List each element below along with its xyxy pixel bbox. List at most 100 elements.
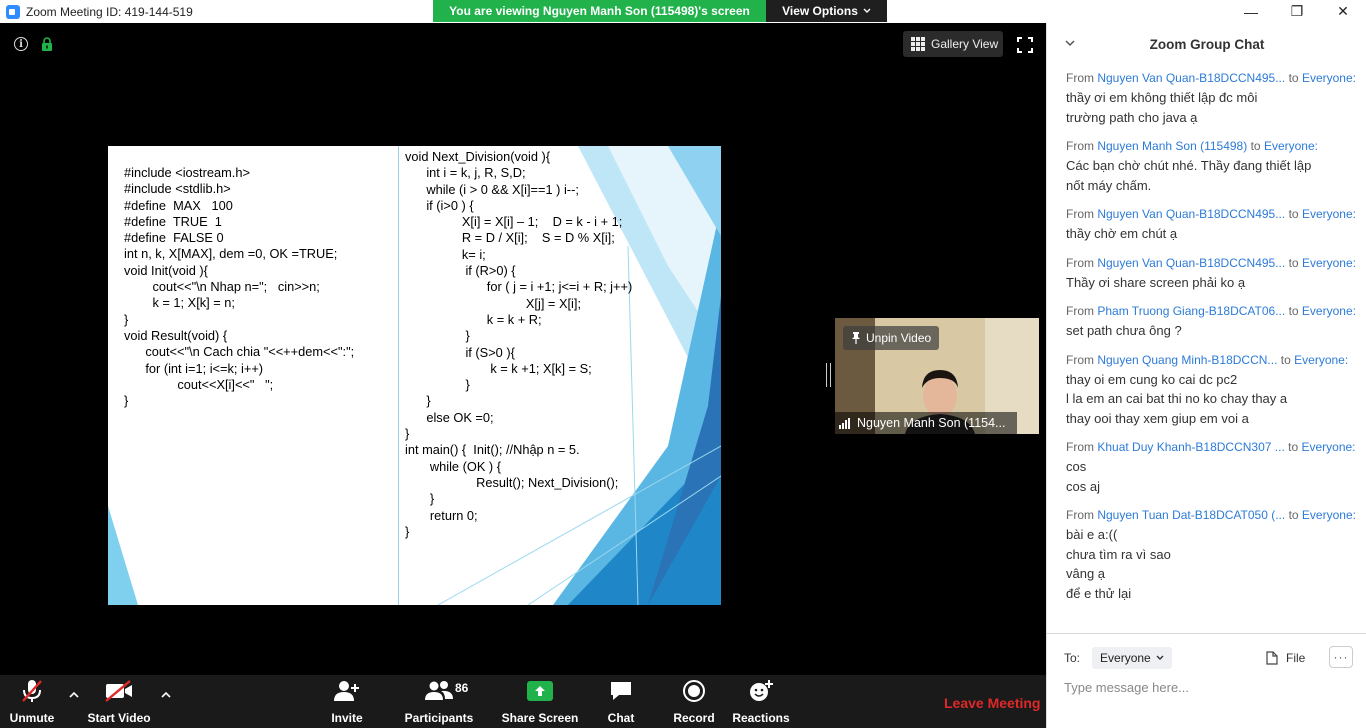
start-video-label: Start Video <box>87 711 151 725</box>
window-title: Zoom Meeting ID: 419-144-519 <box>26 4 193 19</box>
chat-recipient[interactable]: Everyone: <box>1302 508 1356 522</box>
record-button[interactable]: Record <box>673 675 715 728</box>
to-word: to <box>1280 352 1291 367</box>
muted-microphone-icon <box>22 680 42 702</box>
chat-message-text: thầy chờ em chút ạ <box>1066 226 1178 241</box>
chat-message-text: thay oi em cung ko cai dc pc2 <box>1066 371 1238 387</box>
view-options-button[interactable]: View Options <box>766 0 887 22</box>
speaker-video-thumbnail[interactable]: Unpin Video Nguyen Manh Son (1154... <box>835 318 1039 434</box>
chat-recipient[interactable]: Everyone: <box>1302 256 1356 270</box>
to-label: To: <box>1064 651 1081 665</box>
slide-code-left: #include <iostream.h> #include <stdlib.h… <box>124 165 355 409</box>
recipient-select[interactable]: Everyone <box>1092 647 1172 669</box>
chat-panel: Zoom Group Chat From Nguyen Van Quan-B18… <box>1046 23 1366 728</box>
chat-message-header: From Pham Truong Giang-B18DCAT06... to E… <box>1066 302 1366 321</box>
smiley-icon <box>750 680 773 701</box>
from-prefix: From <box>1066 304 1094 318</box>
video-resize-handle[interactable] <box>826 363 831 387</box>
close-button[interactable]: ✕ <box>1320 0 1366 23</box>
reactions-label: Reactions <box>732 711 790 725</box>
file-label: File <box>1286 651 1306 665</box>
chat-message-header: From Nguyen Van Quan-B18DCCN495... to Ev… <box>1066 69 1366 88</box>
chat-sender[interactable]: Nguyen Van Quan-B18DCCN495... <box>1097 207 1285 221</box>
record-label: Record <box>673 711 715 725</box>
chat-sender[interactable]: Nguyen Van Quan-B18DCCN495... <box>1097 256 1285 270</box>
chat-message-text: nốt máy chấm. <box>1066 177 1152 193</box>
file-button[interactable]: File <box>1266 646 1305 670</box>
lock-icon[interactable] <box>41 37 53 51</box>
unpin-video-label: Unpin Video <box>866 331 932 345</box>
chat-recipient[interactable]: Everyone: <box>1301 440 1355 454</box>
chat-sender[interactable]: Nguyen Tuan Dat-B18DCAT050 (... <box>1097 508 1285 522</box>
more-options-button[interactable]: ··· <box>1329 646 1353 668</box>
chat-recipient[interactable]: Everyone: <box>1302 207 1356 221</box>
record-icon <box>683 680 705 702</box>
chat-input-divider <box>1047 633 1366 634</box>
chat-message-list[interactable]: From Nguyen Van Quan-B18DCCN495... to Ev… <box>1066 69 1366 613</box>
presentation-slide: #include <iostream.h> #include <stdlib.h… <box>108 146 721 605</box>
unmute-label: Unmute <box>9 711 55 725</box>
chat-message-text: vâng ạ <box>1066 566 1106 581</box>
info-icon[interactable]: i <box>14 37 28 51</box>
share-screen-label: Share Screen <box>501 711 579 725</box>
fullscreen-icon[interactable] <box>1017 37 1033 53</box>
chat-message: From Nguyen Van Quan-B18DCCN495... to Ev… <box>1066 69 1366 127</box>
to-word: to <box>1288 255 1299 270</box>
chat-sender[interactable]: Nguyen Van Quan-B18DCCN495... <box>1097 71 1285 85</box>
chat-message-text: l la em an cai bat thi no ko chay thay a <box>1066 391 1288 406</box>
chat-message-header: From Nguyen Quang Minh-B18DCCN... to Eve… <box>1066 351 1366 370</box>
chat-message: From Nguyen Van Quan-B18DCCN495... to Ev… <box>1066 205 1366 244</box>
invite-button[interactable]: Invite <box>324 675 370 728</box>
gallery-view-label: Gallery View <box>931 37 999 51</box>
start-video-button[interactable]: Start Video <box>87 675 151 728</box>
unmute-button[interactable]: Unmute <box>8 675 56 728</box>
from-prefix: From <box>1066 440 1094 454</box>
chat-sender[interactable]: Nguyen Quang Minh-B18DCCN... <box>1097 353 1277 367</box>
chat-message-text: thay ooi thay xem giup em voi a <box>1066 410 1249 426</box>
chat-recipient[interactable]: Everyone: <box>1294 353 1348 367</box>
chat-message: From Pham Truong Giang-B18DCAT06... to E… <box>1066 302 1366 341</box>
video-off-icon <box>105 680 132 702</box>
window-controls: — ❐ ✕ <box>1228 0 1366 23</box>
unpin-video-button[interactable]: Unpin Video <box>843 326 940 350</box>
viewing-screen-banner: You are viewing Nguyen Manh Son (115498)… <box>433 0 766 22</box>
to-word: to <box>1288 304 1299 318</box>
chevron-down-icon[interactable] <box>1065 38 1075 48</box>
chat-recipient[interactable]: Everyone: <box>1302 304 1356 318</box>
gallery-view-button[interactable]: Gallery View <box>903 31 1003 57</box>
view-options-label: View Options <box>782 4 858 18</box>
maximize-button[interactable]: ❐ <box>1274 0 1320 23</box>
audio-options-caret-icon[interactable] <box>68 689 80 701</box>
reactions-button[interactable]: Reactions <box>732 675 790 728</box>
chat-recipient[interactable]: Everyone: <box>1264 139 1318 153</box>
slide-code-right: void Next_Division(void ){ int i = k, j,… <box>405 149 633 539</box>
to-word: to <box>1288 440 1299 454</box>
from-prefix: From <box>1066 207 1094 221</box>
participants-label: Participants <box>404 711 474 725</box>
share-screen-button[interactable]: Share Screen <box>501 675 579 728</box>
video-options-caret-icon[interactable] <box>160 689 172 701</box>
to-word: to <box>1288 71 1299 85</box>
chat-sender[interactable]: Nguyen Manh Son (115498) <box>1097 139 1247 153</box>
chat-message-text: Các bạn chờ chút nhé. Thầy đang thiết lậ… <box>1066 158 1312 173</box>
minimize-button[interactable]: — <box>1228 0 1274 23</box>
chat-message-text: cos <box>1066 459 1087 474</box>
file-icon <box>1266 651 1278 665</box>
leave-meeting-button[interactable]: Leave Meeting <box>944 695 1040 711</box>
chat-message-header: From Nguyen Manh Son (115498) to Everyon… <box>1066 137 1366 156</box>
chat-recipient[interactable]: Everyone: <box>1302 71 1356 85</box>
chat-message-header: From Khuat Duy Khanh-B18DCCN307 ... to E… <box>1066 438 1366 457</box>
from-prefix: From <box>1066 139 1094 153</box>
chat-message-text: thầy ơi em không thiết lập đc môi <box>1066 90 1258 105</box>
chat-message-text: để e thử lại <box>1066 585 1132 601</box>
meeting-toolbar: Unmute Start Video Invite Participants 8… <box>0 675 1046 728</box>
grid-icon <box>911 37 925 51</box>
chat-button[interactable]: Chat <box>604 675 638 728</box>
chat-message: From Nguyen Tuan Dat-B18DCAT050 (... to … <box>1066 506 1366 603</box>
viewing-banner-text: You are viewing Nguyen Manh Son (115498)… <box>449 4 750 18</box>
chat-sender[interactable]: Khuat Duy Khanh-B18DCCN307 ... <box>1097 440 1284 454</box>
chat-sender[interactable]: Pham Truong Giang-B18DCAT06... <box>1097 304 1285 318</box>
chat-message-input[interactable] <box>1064 676 1354 698</box>
from-prefix: From <box>1066 255 1094 270</box>
to-word: to <box>1250 139 1261 153</box>
